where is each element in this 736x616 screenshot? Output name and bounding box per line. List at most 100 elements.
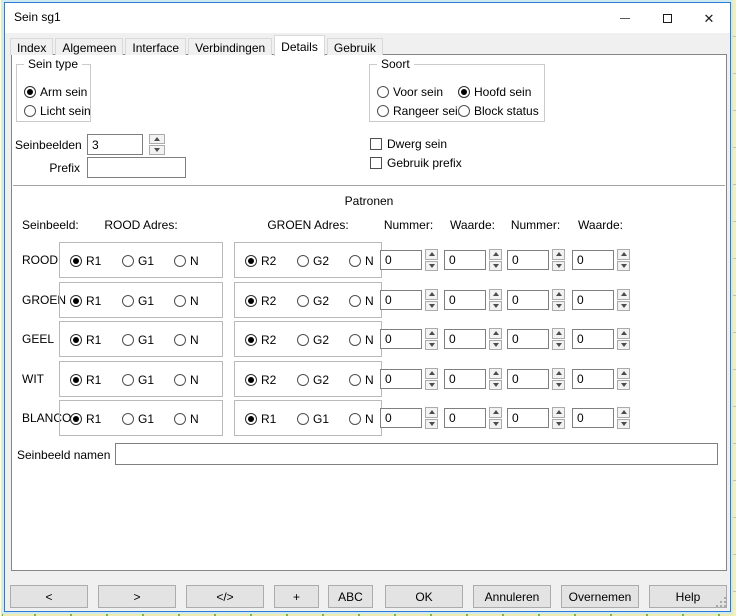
- radio-g1[interactable]: G1: [122, 294, 154, 308]
- nummer-1-input[interactable]: [380, 408, 422, 428]
- radio-n[interactable]: N: [174, 294, 199, 308]
- spin-up-button[interactable]: [489, 368, 502, 379]
- radio-r1[interactable]: R1: [70, 333, 101, 347]
- waarde-1-input[interactable]: [444, 369, 486, 389]
- radio-r2[interactable]: R2: [245, 254, 276, 268]
- radio-g2[interactable]: G2: [297, 373, 329, 387]
- tab-details[interactable]: Details: [274, 35, 325, 56]
- spin-up-button[interactable]: [552, 407, 565, 418]
- spin-up-button[interactable]: [617, 249, 630, 260]
- seinbeeld-namen-input[interactable]: [115, 443, 718, 465]
- code-button[interactable]: </>: [186, 585, 264, 608]
- titlebar[interactable]: Sein sg1 ✕: [5, 3, 730, 33]
- waarde-1-input[interactable]: [444, 329, 486, 349]
- waarde-2-input[interactable]: [572, 408, 614, 428]
- tab-verbindingen[interactable]: Verbindingen: [188, 38, 272, 55]
- nummer-2-input[interactable]: [507, 290, 549, 310]
- spin-down-button[interactable]: [425, 419, 438, 430]
- spin-up-button[interactable]: [552, 289, 565, 300]
- spin-down-button[interactable]: [617, 380, 630, 391]
- spin-down-button[interactable]: [617, 261, 630, 272]
- nummer-1-input[interactable]: [380, 250, 422, 270]
- spin-up-button[interactable]: [489, 407, 502, 418]
- spin-down-button[interactable]: [489, 261, 502, 272]
- spin-down-button[interactable]: [489, 301, 502, 312]
- dwerg-sein-checkbox[interactable]: Dwerg sein: [370, 137, 447, 151]
- spin-down-button[interactable]: [617, 340, 630, 351]
- radio-n[interactable]: N: [174, 254, 199, 268]
- resize-grip-icon[interactable]: [724, 605, 726, 607]
- radio-r1[interactable]: R1: [245, 412, 276, 426]
- nummer-2-input[interactable]: [507, 250, 549, 270]
- waarde-2-input[interactable]: [572, 369, 614, 389]
- spin-up-button[interactable]: [489, 328, 502, 339]
- nummer-2-input[interactable]: [507, 329, 549, 349]
- minimize-button[interactable]: [604, 3, 646, 33]
- gebruik-prefix-checkbox[interactable]: Gebruik prefix: [370, 156, 462, 170]
- radio-n[interactable]: N: [349, 373, 374, 387]
- spin-up-button[interactable]: [617, 328, 630, 339]
- nummer-1-input[interactable]: [380, 329, 422, 349]
- overnemen-button[interactable]: Overnemen: [561, 585, 639, 608]
- radio-rangeer-sein[interactable]: Rangeer sein: [377, 104, 464, 118]
- spin-up-button[interactable]: [489, 249, 502, 260]
- radio-g1[interactable]: G1: [122, 254, 154, 268]
- ok-button[interactable]: OK: [385, 585, 463, 608]
- waarde-2-input[interactable]: [572, 250, 614, 270]
- radio-arm-sein[interactable]: Arm sein: [24, 85, 87, 99]
- spin-down-button[interactable]: [425, 301, 438, 312]
- spin-up-button[interactable]: [552, 249, 565, 260]
- spin-down-button[interactable]: [552, 380, 565, 391]
- spin-up-button[interactable]: [149, 134, 165, 144]
- prev-button[interactable]: <: [10, 585, 88, 608]
- radio-r2[interactable]: R2: [245, 333, 276, 347]
- waarde-2-input[interactable]: [572, 290, 614, 310]
- radio-r1[interactable]: R1: [70, 373, 101, 387]
- radio-r1[interactable]: R1: [70, 294, 101, 308]
- spin-up-button[interactable]: [617, 289, 630, 300]
- spin-up-button[interactable]: [552, 368, 565, 379]
- spin-down-button[interactable]: [425, 261, 438, 272]
- radio-hoofd-sein[interactable]: Hoofd sein: [458, 85, 531, 99]
- abc-button[interactable]: ABC: [328, 585, 373, 608]
- radio-n[interactable]: N: [349, 333, 374, 347]
- spin-up-button[interactable]: [617, 368, 630, 379]
- spin-up-button[interactable]: [425, 328, 438, 339]
- spin-up-button[interactable]: [425, 368, 438, 379]
- spin-down-button[interactable]: [489, 340, 502, 351]
- nummer-1-input[interactable]: [380, 369, 422, 389]
- spin-down-button[interactable]: [425, 380, 438, 391]
- tab-algemeen[interactable]: Algemeen: [55, 38, 123, 55]
- waarde-1-input[interactable]: [444, 290, 486, 310]
- radio-n[interactable]: N: [349, 412, 374, 426]
- radio-r2[interactable]: R2: [245, 373, 276, 387]
- radio-licht-sein[interactable]: Licht sein: [24, 104, 91, 118]
- spin-down-button[interactable]: [552, 261, 565, 272]
- radio-n[interactable]: N: [174, 333, 199, 347]
- radio-g1[interactable]: G1: [297, 412, 329, 426]
- spin-up-button[interactable]: [489, 289, 502, 300]
- nummer-2-input[interactable]: [507, 408, 549, 428]
- radio-g1[interactable]: G1: [122, 412, 154, 426]
- spin-down-button[interactable]: [552, 419, 565, 430]
- tab-index[interactable]: Index: [10, 38, 53, 55]
- radio-g2[interactable]: G2: [297, 254, 329, 268]
- tab-gebruik[interactable]: Gebruik: [327, 38, 383, 55]
- maximize-button[interactable]: [646, 3, 688, 33]
- radio-g1[interactable]: G1: [122, 333, 154, 347]
- help-button[interactable]: Help: [649, 585, 727, 608]
- spin-up-button[interactable]: [617, 407, 630, 418]
- spin-down-button[interactable]: [425, 340, 438, 351]
- radio-r2[interactable]: R2: [245, 294, 276, 308]
- radio-r1[interactable]: R1: [70, 412, 101, 426]
- spin-down-button[interactable]: [489, 380, 502, 391]
- radio-r1[interactable]: R1: [70, 254, 101, 268]
- waarde-2-input[interactable]: [572, 329, 614, 349]
- spin-down-button[interactable]: [489, 419, 502, 430]
- spin-down-button[interactable]: [149, 145, 165, 155]
- spin-down-button[interactable]: [617, 301, 630, 312]
- radio-n[interactable]: N: [349, 254, 374, 268]
- radio-g2[interactable]: G2: [297, 333, 329, 347]
- spin-up-button[interactable]: [552, 328, 565, 339]
- add-button[interactable]: +: [274, 585, 319, 608]
